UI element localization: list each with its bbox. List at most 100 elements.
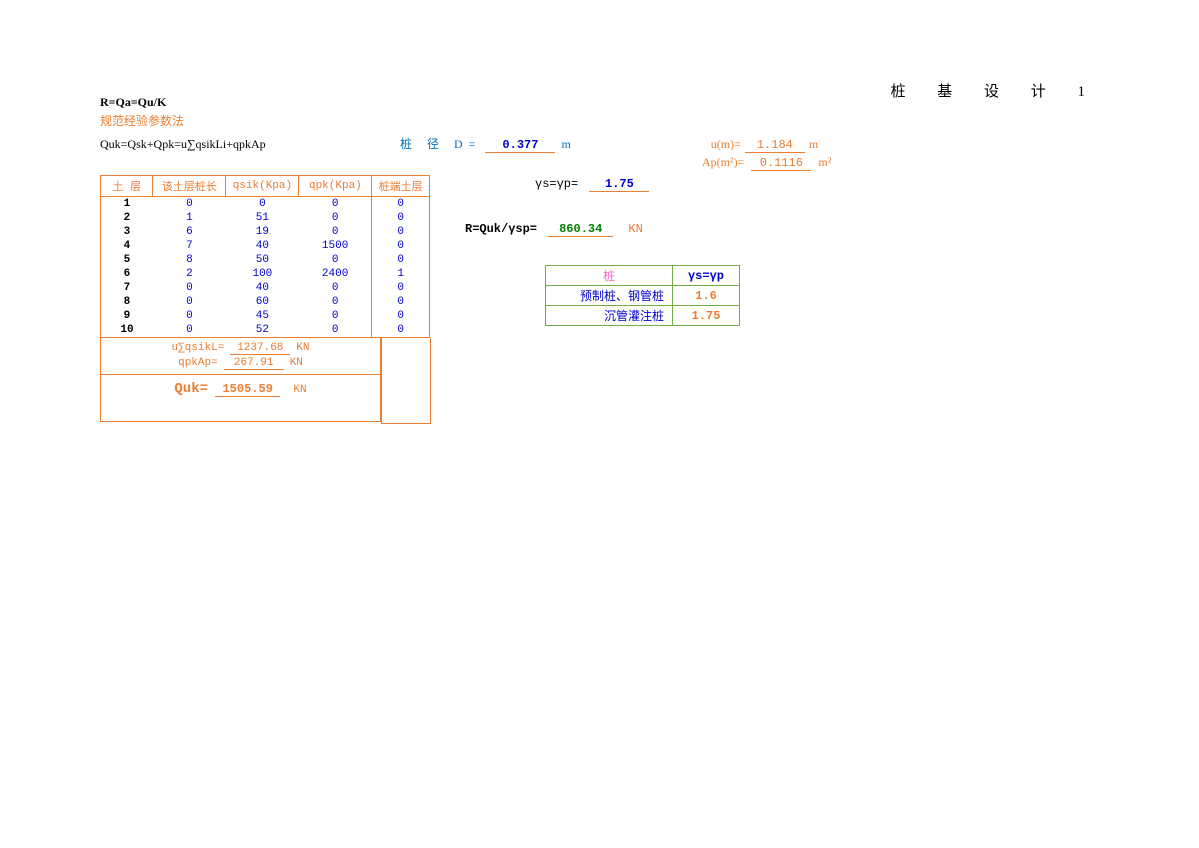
right-column: γs=γp= 1.75 R=Quk/γsp= 860.34 KN 桩 γs=γp… <box>465 175 740 326</box>
soil-end: 0 <box>372 253 430 267</box>
soil-end: 0 <box>372 225 430 239</box>
pile-row: 预制桩、钢管桩1.6 <box>546 286 740 306</box>
soil-qsik: 100 <box>226 267 299 281</box>
sum-wrap: u∑qsikL= 1237.68 KN qpkAp= 267.91 KN Quk… <box>100 338 435 424</box>
s2-label: qpkAp= <box>178 357 218 369</box>
s1-label: u∑qsikL= <box>171 342 224 354</box>
soil-end: 0 <box>372 323 430 338</box>
sum-block: u∑qsikL= 1237.68 KN qpkAp= 267.91 KN <box>100 338 381 375</box>
ap-row: Ap(m²)= 0.1116 m² <box>702 155 1100 171</box>
formula-rqa: R=Qa=Qu/K <box>100 95 1100 110</box>
soil-len: 6 <box>153 225 226 239</box>
soil-row: 10000 <box>101 197 430 212</box>
ap-value: 0.1116 <box>751 156 811 171</box>
pile-th1: 桩 <box>546 266 673 286</box>
soil-end: 0 <box>372 239 430 253</box>
soil-len: 0 <box>153 295 226 309</box>
soil-qsik: 52 <box>226 323 299 338</box>
soil-end: 1 <box>372 267 430 281</box>
soil-row: 585000 <box>101 253 430 267</box>
soil-end: 0 <box>372 309 430 323</box>
soil-idx: 10 <box>101 323 153 338</box>
soil-qpk: 0 <box>299 197 372 212</box>
pile-name: 沉管灌注桩 <box>546 306 673 326</box>
s2-value: 267.91 <box>224 357 284 370</box>
soil-qsik: 40 <box>226 281 299 295</box>
s1-unit: KN <box>296 342 309 354</box>
soil-len: 8 <box>153 253 226 267</box>
soil-idx: 8 <box>101 295 153 309</box>
soil-len: 0 <box>153 281 226 295</box>
soil-len: 0 <box>153 197 226 212</box>
soil-row: 361900 <box>101 225 430 239</box>
soil-end: 0 <box>372 197 430 212</box>
s1-value: 1237.68 <box>230 342 290 355</box>
d-label: 桩 径 D= <box>400 135 481 152</box>
soil-len: 0 <box>153 309 226 323</box>
soil-qsik: 0 <box>226 197 299 212</box>
soil-qsik: 40 <box>226 239 299 253</box>
quk-unit: KN <box>293 384 306 396</box>
soil-idx: 6 <box>101 267 153 281</box>
soil-idx: 4 <box>101 239 153 253</box>
th-soil: 土 层 <box>101 176 153 197</box>
soil-end: 0 <box>372 211 430 225</box>
u-unit: m <box>809 137 818 152</box>
subtitle: 规范经验参数法 <box>100 112 1100 129</box>
soil-qpk: 0 <box>299 309 372 323</box>
soil-qsik: 51 <box>226 211 299 225</box>
soil-row: 704000 <box>101 281 430 295</box>
soil-qpk: 2400 <box>299 267 372 281</box>
result-row: R=Quk/γsp= 860.34 KN <box>465 222 740 237</box>
below-right-empty <box>381 338 431 424</box>
soil-table: 土 层 该土层桩长 qsik(Kpa) qpk(Kpa) 桩端土层 100002… <box>100 175 430 338</box>
pile-val: 1.75 <box>673 306 740 326</box>
left-column: 土 层 该土层桩长 qsik(Kpa) qpk(Kpa) 桩端土层 100002… <box>100 175 435 424</box>
quk-label: Quk= <box>174 381 208 397</box>
soil-len: 2 <box>153 267 226 281</box>
soil-idx: 2 <box>101 211 153 225</box>
ap-unit: m² <box>818 155 831 169</box>
pile-val: 1.6 <box>673 286 740 306</box>
pile-header-row: 桩 γs=γp <box>546 266 740 286</box>
th-len: 该土层桩长 <box>153 176 226 197</box>
pile-name: 预制桩、钢管桩 <box>546 286 673 306</box>
soil-qpk: 1500 <box>299 239 372 253</box>
sum-line-1: u∑qsikL= 1237.68 KN <box>109 342 372 355</box>
content-area: R=Qa=Qu/K 规范经验参数法 Quk=Qsk+Qpk=u∑qsikLi+q… <box>100 95 1100 424</box>
sum-line-2: qpkAp= 267.91 KN <box>109 357 372 370</box>
soil-idx: 5 <box>101 253 153 267</box>
formula-row: Quk=Qsk+Qpk=u∑qsikLi+qpkAp 桩 径 D= 0.377 … <box>100 135 1100 153</box>
soil-idx: 3 <box>101 225 153 239</box>
gamma-row: γs=γp= 1.75 <box>535 177 740 192</box>
soil-end: 0 <box>372 281 430 295</box>
quk-value: 1505.59 <box>215 382 280 397</box>
result-unit: KN <box>628 222 642 236</box>
result-label: R=Quk/γsp= <box>465 222 537 236</box>
soil-qsik: 45 <box>226 309 299 323</box>
soil-qsik: 50 <box>226 253 299 267</box>
th-end: 桩端土层 <box>372 176 430 197</box>
s2-unit: KN <box>290 357 303 369</box>
soil-row: 904500 <box>101 309 430 323</box>
result-value: 860.34 <box>548 222 613 237</box>
soil-qpk: 0 <box>299 253 372 267</box>
soil-qpk: 0 <box>299 295 372 309</box>
soil-len: 1 <box>153 211 226 225</box>
d-value: 0.377 <box>485 138 555 153</box>
soil-idx: 9 <box>101 309 153 323</box>
soil-row: 474015000 <box>101 239 430 253</box>
soil-qsik: 60 <box>226 295 299 309</box>
th-qpk: qpk(Kpa) <box>299 176 372 197</box>
soil-qpk: 0 <box>299 225 372 239</box>
gamma-value: 1.75 <box>589 177 649 192</box>
soil-end: 0 <box>372 295 430 309</box>
formula-quk: Quk=Qsk+Qpk=u∑qsikLi+qpkAp <box>100 137 390 152</box>
u-value: 1.184 <box>745 138 805 153</box>
soil-qpk: 0 <box>299 281 372 295</box>
soil-qsik: 19 <box>226 225 299 239</box>
pile-row: 沉管灌注桩1.75 <box>546 306 740 326</box>
u-label: u(m)= <box>711 137 741 152</box>
soil-row: 1005200 <box>101 323 430 338</box>
soil-qpk: 0 <box>299 323 372 338</box>
